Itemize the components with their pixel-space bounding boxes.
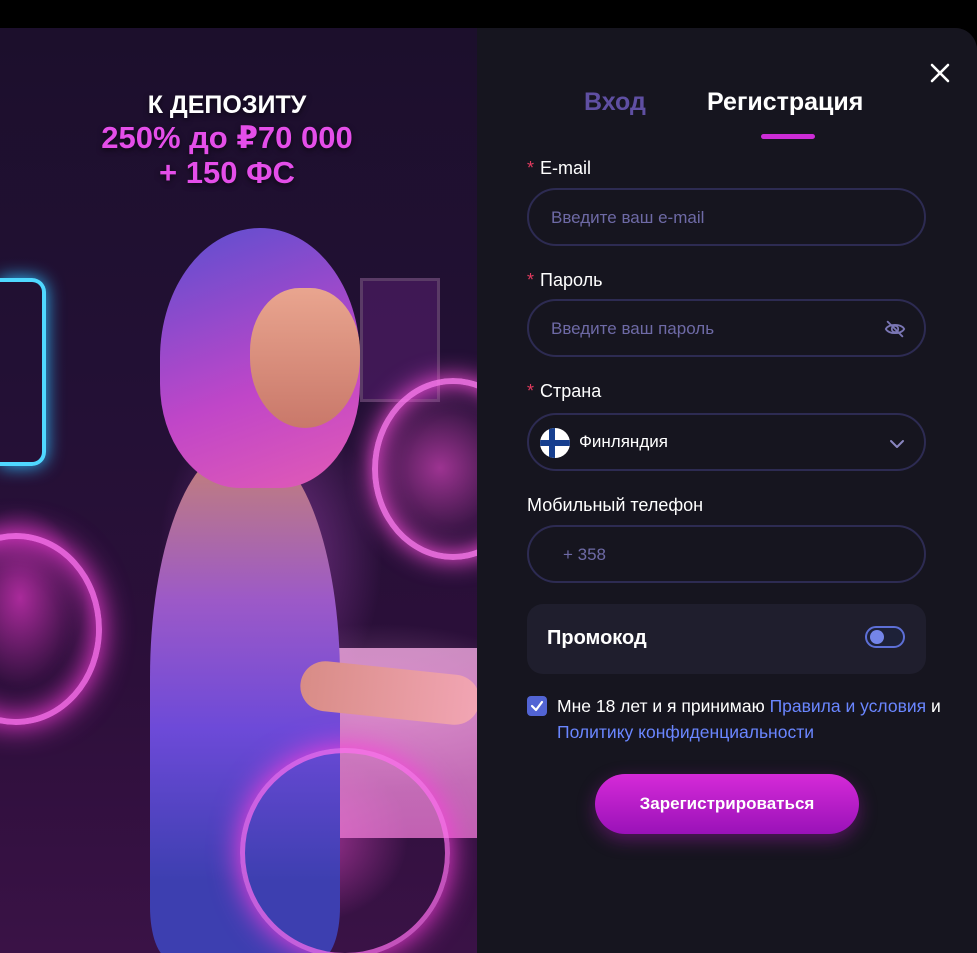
required-mark: * (527, 270, 535, 290)
tab-login[interactable]: Вход (584, 88, 646, 117)
privacy-policy-link[interactable]: Политику конфиденциальности (557, 722, 814, 742)
active-tab-indicator (761, 134, 815, 139)
check-icon (530, 700, 544, 712)
neon-sign-bottom (240, 748, 450, 953)
country-label: * Страна (527, 381, 602, 401)
promo-title: К ДЕПОЗИТУ (147, 91, 307, 119)
email-label: * E-mail (527, 158, 592, 178)
promocode-section: Промокод (527, 604, 926, 674)
phone-field[interactable] (527, 525, 926, 583)
tab-register[interactable]: Регистрация (707, 88, 863, 117)
consent-text: Мне 18 лет и я принимаю Правила и услови… (557, 696, 941, 742)
promo-banner: К ДЕПОЗИТУ 250% до ₽70 000 + 150 ФС (0, 28, 477, 953)
neon-sign-left (0, 533, 102, 725)
promocode-label: Промокод (547, 627, 647, 649)
terms-link[interactable]: Правила и условия (770, 696, 927, 716)
phone-input[interactable] (561, 527, 865, 583)
eye-off-icon[interactable] (884, 318, 906, 340)
email-input[interactable] (549, 190, 853, 246)
password-label: * Пароль (527, 270, 603, 290)
neon-sign-right (372, 378, 477, 560)
terms-checkbox[interactable] (527, 696, 547, 716)
finland-flag-icon (540, 428, 570, 458)
phone-label: Мобильный телефон (527, 495, 704, 515)
neon-blue-light (0, 278, 46, 466)
country-select[interactable]: Финляндия (527, 413, 926, 471)
promo-free-spins: + 150 ФС (159, 155, 295, 190)
auth-tabs: Вход Регистрация (477, 88, 977, 144)
registration-form: Вход Регистрация *E-mail *Пароль *Страна (477, 28, 977, 953)
required-mark: * (527, 158, 535, 178)
password-field[interactable] (527, 299, 926, 357)
promocode-toggle[interactable] (865, 626, 905, 648)
toggle-knob (870, 630, 884, 644)
chevron-down-icon[interactable] (888, 435, 906, 453)
password-input[interactable] (549, 301, 853, 357)
required-mark: * (527, 381, 535, 401)
promo-bonus: 250% до ₽70 000 (101, 120, 353, 155)
woman-figure-face (250, 288, 360, 428)
register-button[interactable]: Зарегистрироваться (595, 774, 859, 834)
email-field[interactable] (527, 188, 926, 246)
close-icon[interactable] (929, 62, 951, 84)
promo-text: К ДЕПОЗИТУ 250% до ₽70 000 + 150 ФС (0, 90, 454, 190)
registration-modal: К ДЕПОЗИТУ 250% до ₽70 000 + 150 ФС Вход… (0, 28, 977, 953)
country-value: Финляндия (579, 432, 668, 451)
